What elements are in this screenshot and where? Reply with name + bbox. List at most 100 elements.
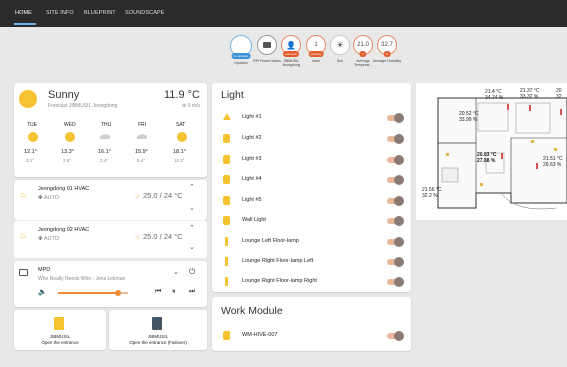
hvac-card[interactable]: ♨ Jeongdong 01 HVAC ✤ AUTO ☼ 25.0 / 24 °… — [14, 180, 207, 220]
tab-home[interactable]: HOME — [15, 10, 32, 16]
light-bulb-icon — [223, 134, 230, 143]
partly-cloudy-icon — [99, 134, 111, 139]
light-label: Light #1 — [242, 114, 262, 120]
cast-icon — [19, 269, 28, 276]
toggle-switch[interactable] — [387, 257, 404, 267]
hvac-card[interactable]: ♨ Jeongdong 02 HVAC ✤ AUTO ☼ 25.0 / 24 °… — [14, 220, 207, 258]
work-module-title: Work Module — [221, 305, 283, 317]
hvac-name: Jeongdong 02 HVAC — [38, 227, 90, 233]
hvac-mode: AUTO — [43, 195, 60, 201]
floor-lamp-icon — [225, 257, 228, 266]
media-player-name: MPD — [38, 267, 51, 273]
updates-icon: no updates — [230, 35, 252, 59]
light-bulb-icon — [223, 196, 230, 205]
light-card-title: Light — [221, 89, 244, 101]
media-seek-slider[interactable] — [58, 290, 128, 296]
floor-lamp-icon — [225, 277, 228, 286]
sunny-icon — [177, 132, 187, 142]
person-icon: 👤 unknown — [281, 35, 301, 57]
volume-icon[interactable]: 🔈 — [38, 288, 47, 296]
sun-icon: ☀ — [330, 35, 350, 55]
sun-icon — [19, 90, 37, 108]
tab-soundscape[interactable]: SOUNDSCAPE — [125, 10, 165, 16]
forecast-label: Forecast JIBMUSIL Jeongdong — [48, 103, 118, 109]
temp-up-button[interactable]: ⌃ — [189, 183, 195, 191]
hvac-reading: 25.0 / 24 °C — [142, 232, 183, 241]
wind-icon: ⊛ — [182, 103, 187, 109]
light-bulb-icon — [223, 175, 230, 184]
tab-site-info[interactable]: SITE INFO — [46, 10, 74, 16]
current-temperature: 11.9 °C — [164, 89, 200, 101]
sensor-reading: 21.37 °C 33.32 % — [520, 88, 540, 100]
sun-mode-icon: ☼ — [134, 232, 141, 241]
active-tab-indicator — [14, 23, 36, 25]
power-button[interactable]: ⏻ — [189, 267, 195, 277]
door-icon — [54, 317, 64, 330]
light-label: Wall Light — [242, 217, 266, 223]
temp-down-button[interactable]: ⌄ — [189, 243, 195, 251]
weather-card[interactable]: Sunny Forecast JIBMUSIL Jeongdong 11.9 °… — [14, 83, 207, 177]
sensor-reading: 20 32 — [556, 88, 562, 100]
hvac-reading: 25.0 / 24 °C — [142, 191, 183, 200]
toggle-switch[interactable] — [387, 155, 404, 165]
chevron-down-icon[interactable]: ⌄ — [173, 268, 179, 276]
hvac-icon: ♨ — [19, 230, 28, 240]
lamp-icon — [223, 331, 230, 340]
fan-icon: ✤ — [38, 236, 43, 242]
light-card: Light Light #1 Light #2 Light #3 Light #4 Li… — [212, 83, 411, 292]
hvac-icon: ♨ — [19, 189, 28, 199]
tab-blueprint[interactable]: BLUEPRINT — [84, 10, 116, 16]
toggle-switch[interactable] — [387, 331, 404, 341]
light-label: Lounge Left Floor-lamp — [242, 238, 299, 244]
sun-mode-icon: ☼ — [134, 191, 141, 200]
top-nav-bar: HOME SITE INFO BLUEPRINT SOUNDSCAPE — [0, 0, 567, 27]
rpi-power-icon — [257, 35, 277, 55]
door-icon — [152, 317, 162, 330]
next-track-button[interactable]: ⏭ — [189, 288, 195, 296]
wind-speed: 0 m/s — [187, 103, 200, 109]
work-module-card: Work Module WM-HIVE-007 — [212, 297, 411, 351]
pause-button[interactable]: ⏸ — [172, 288, 176, 296]
toggle-switch[interactable] — [387, 237, 404, 247]
fan-icon: ✤ — [38, 195, 43, 201]
sensor-reading: 20.52 °C 33.99 % — [459, 111, 479, 123]
humidity-icon: 32.7 % — [377, 35, 397, 57]
light-bulb-icon — [223, 113, 231, 120]
toggle-switch[interactable] — [387, 134, 404, 144]
media-track: Who Really Needs Who - Jens Lekman — [38, 276, 126, 282]
temperature-icon: 21.0 °C — [353, 35, 373, 57]
temp-up-button[interactable]: ⌃ — [189, 224, 195, 232]
light-bulb-icon — [223, 216, 230, 225]
previous-track-button[interactable]: ⏮ — [155, 288, 161, 296]
sensor-reading: 21.4 °C 34.74 % — [485, 89, 504, 101]
light-bulb-icon — [223, 155, 230, 164]
light-label: Light #3 — [242, 156, 262, 162]
entrance-failover-button[interactable]: JIBMUSIL Open the entrance (Failover) — [109, 310, 207, 350]
temp-down-button[interactable]: ⌄ — [189, 204, 195, 212]
sensor-reading: 21.56 °C 32.2 % — [422, 187, 442, 199]
light-label: Lounge Right Floor-lamp Right — [242, 278, 317, 284]
sensor-reading: 20.83 °C 27.88 % — [477, 152, 497, 164]
status-badges: no updates Updates RPi Power status 👤 un… — [226, 35, 401, 75]
entrance-button[interactable]: JIBMUSIL Open the entrance — [14, 310, 106, 350]
partly-cloudy-icon — [136, 134, 148, 139]
floorplan-card: 21.4 °C 34.74 % 21.37 °C 33.32 % 20 32 20.5… — [416, 83, 567, 220]
toggle-switch[interactable] — [387, 196, 404, 206]
hass-icon: 1 pending — [306, 35, 326, 57]
toggle-switch[interactable] — [387, 113, 404, 123]
toggle-switch[interactable] — [387, 175, 404, 185]
toggle-switch[interactable] — [387, 277, 404, 287]
toggle-switch[interactable] — [387, 216, 404, 226]
sunny-icon — [65, 132, 75, 142]
sunny-icon — [28, 132, 38, 142]
sensor-reading: 21.51 °C 29.63 % — [543, 156, 563, 168]
floor-lamp-icon — [225, 237, 228, 246]
hvac-name: Jeongdong 01 HVAC — [38, 186, 90, 192]
weather-condition: Sunny — [48, 89, 80, 101]
light-label: Light #5 — [242, 197, 262, 203]
badge-avg-humidity[interactable]: 32.7 % Average Humidity — [372, 35, 402, 63]
light-label: Light #4 — [242, 176, 262, 182]
light-label: Light #2 — [242, 135, 262, 141]
light-label: Lounge Right Floor-lamp Left — [242, 258, 314, 264]
media-player-card[interactable]: MPD Who Really Needs Who - Jens Lekman ⌄… — [14, 261, 207, 307]
